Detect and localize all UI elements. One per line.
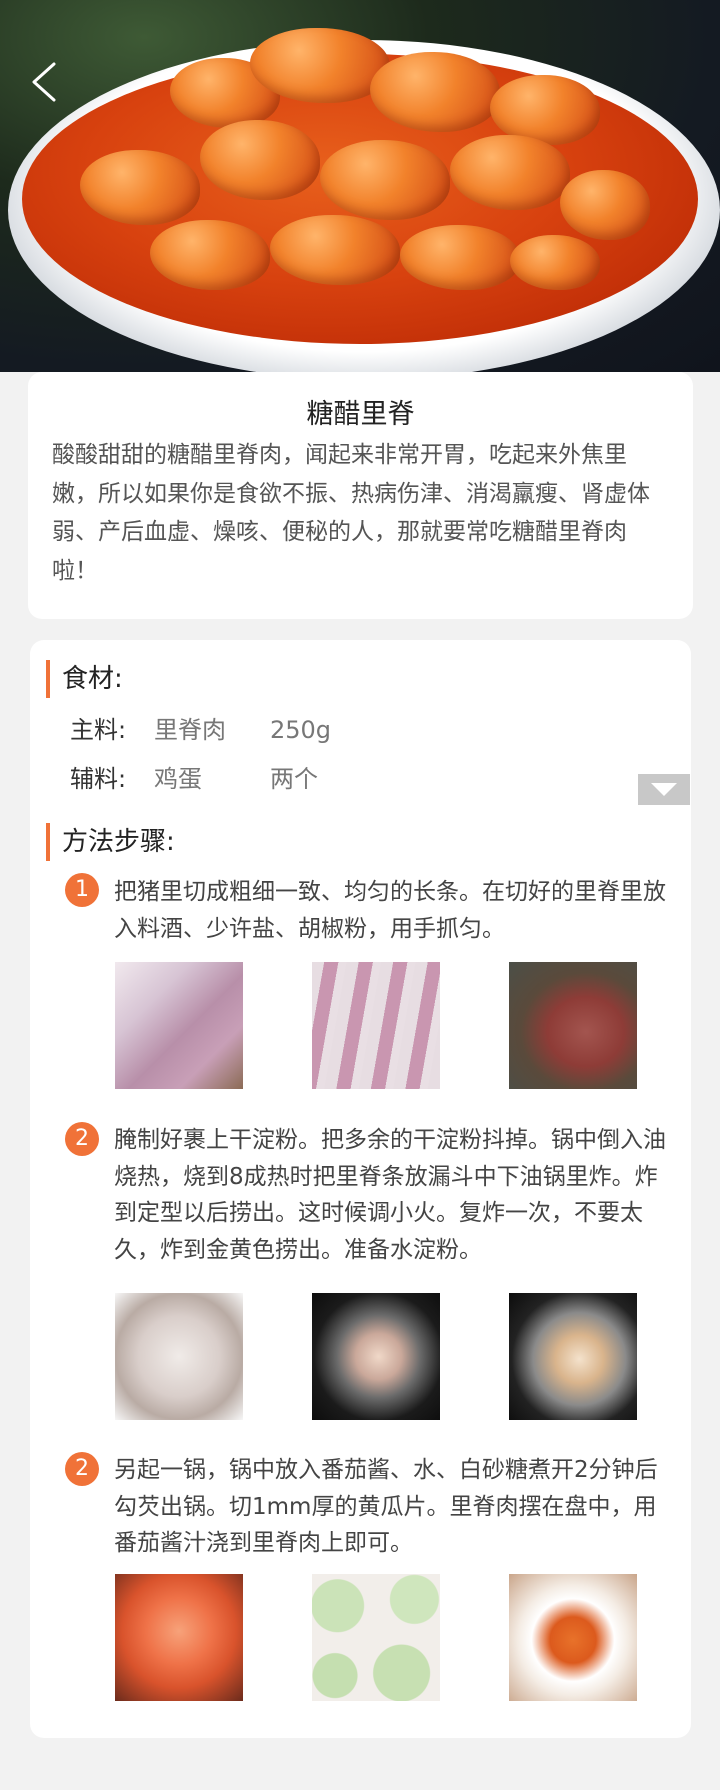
back-button[interactable] xyxy=(26,58,66,106)
recipe-intro-card: 糖醋里脊 酸酸甜甜的糖醋里脊肉，闻起来非常开胃，吃起来外焦里嫩，所以如果你是食欲… xyxy=(28,372,693,619)
steps-heading: 方法步骤: xyxy=(46,823,175,861)
ingredients-heading: 食材: xyxy=(46,660,123,698)
expand-ingredients-button[interactable] xyxy=(638,774,690,805)
step-number-badge: 2 xyxy=(65,1122,99,1156)
main-ingredient-row: 主料: 里脊肉 250g xyxy=(70,713,331,747)
aux-ingredient-label: 辅料: xyxy=(70,765,127,793)
recipe-detail-card: 食材: 主料: 里脊肉 250g 辅料: 鸡蛋 两个 方法步骤: 1 把猪里切成… xyxy=(30,640,691,1738)
recipe-title: 糖醋里脊 xyxy=(306,399,415,430)
step-text: 把猪里切成粗细一致、均匀的长条。在切好的里脊里放入料酒、少许盐、胡椒粉，用手抓匀… xyxy=(114,879,666,942)
step-photo[interactable] xyxy=(312,1574,440,1701)
main-ingredient-name: 里脊肉 xyxy=(154,716,226,744)
main-ingredient-qty: 250g xyxy=(270,716,332,744)
main-ingredient-label: 主料: xyxy=(70,716,127,744)
step-number-badge: 2 xyxy=(65,1452,99,1486)
hero-image xyxy=(0,0,720,372)
step-photo[interactable] xyxy=(115,1574,243,1701)
recipe-description: 酸酸甜甜的糖醋里脊肉，闻起来非常开胃，吃起来外焦里嫩，所以如果你是食欲不振、热病… xyxy=(52,442,650,584)
chevron-left-icon xyxy=(32,62,56,102)
step-text: 腌制好裹上干淀粉。把多余的干淀粉抖掉。锅中倒入油烧热，烧到8成热时把里脊条放漏斗… xyxy=(114,1127,666,1263)
aux-ingredient-row: 辅料: 鸡蛋 两个 xyxy=(70,762,318,796)
step-number-badge: 1 xyxy=(65,873,99,907)
step-text: 另起一锅，锅中放入番茄酱、水、白砂糖煮开2分钟后勾芡出锅。切1mm厚的黄瓜片。里… xyxy=(114,1457,658,1556)
step-photo[interactable] xyxy=(115,962,243,1089)
step-photo[interactable] xyxy=(509,1293,637,1420)
step-photo[interactable] xyxy=(509,1574,637,1701)
step-photo[interactable] xyxy=(312,962,440,1089)
aux-ingredient-name: 鸡蛋 xyxy=(154,765,202,793)
step-photo[interactable] xyxy=(509,962,637,1089)
step-photo[interactable] xyxy=(115,1293,243,1420)
aux-ingredient-qty: 两个 xyxy=(270,765,318,793)
step-photo[interactable] xyxy=(312,1293,440,1420)
